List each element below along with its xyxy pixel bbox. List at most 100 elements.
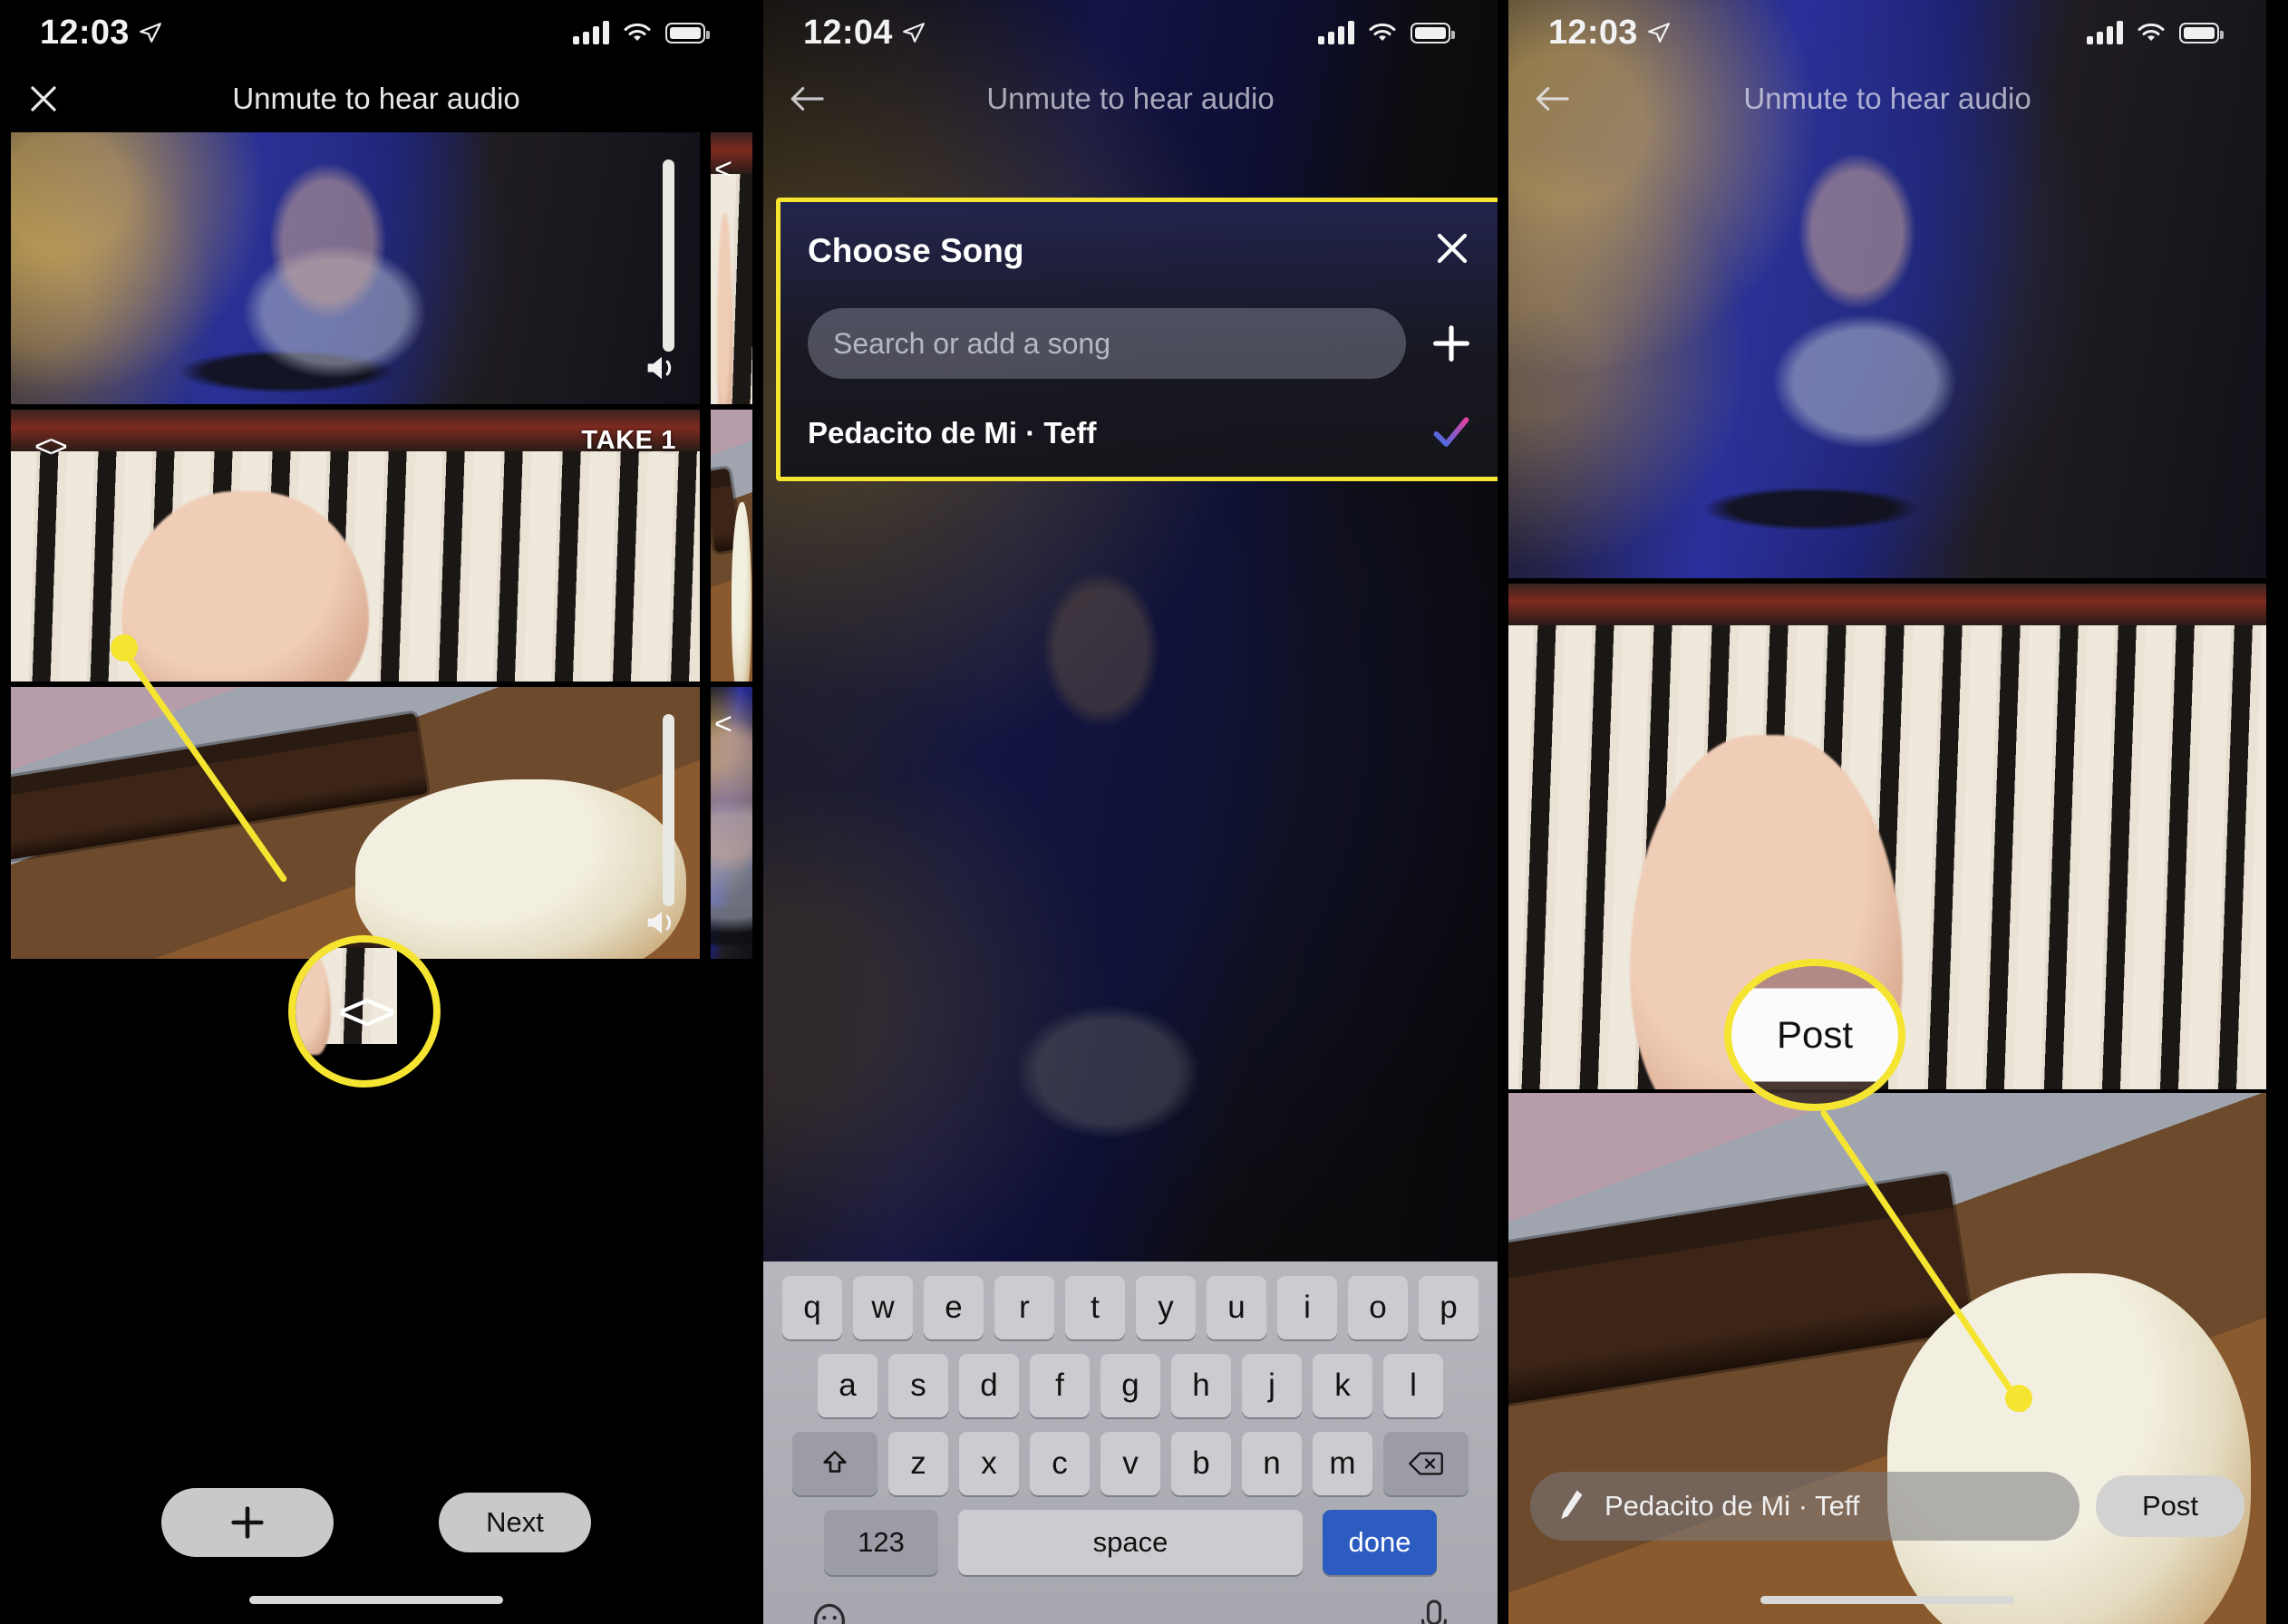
location-arrow-icon: [1647, 23, 1670, 43]
home-indicator: [249, 1596, 503, 1604]
modal-close-button[interactable]: [1428, 226, 1477, 276]
nav-title: Unmute to hear audio: [1743, 82, 2031, 115]
key-d[interactable]: d: [959, 1354, 1019, 1417]
keyboard-row-2: a s d f g h j k l: [772, 1354, 1488, 1417]
nav-header: Unmute to hear audio: [763, 65, 1498, 132]
backspace-icon: [1409, 1452, 1443, 1475]
key-g[interactable]: g: [1100, 1354, 1160, 1417]
nav-title: Unmute to hear audio: [232, 82, 520, 115]
trim-handle-icon[interactable]: <: [714, 152, 732, 188]
clip-peek-next[interactable]: <: [711, 687, 752, 959]
song-chip-text: Pedacito de Mi · Teff: [1605, 1490, 1859, 1522]
key-o[interactable]: o: [1348, 1276, 1408, 1339]
wifi-icon: [1369, 23, 1396, 41]
trim-handle-icon[interactable]: <: [714, 707, 732, 742]
song-title: Pedacito de Mi: [808, 416, 1018, 450]
clip-peek-next[interactable]: [711, 410, 752, 682]
shift-key[interactable]: [792, 1432, 877, 1495]
keyboard-row-1: q w e r t y u i o p: [772, 1276, 1488, 1339]
microphone-icon[interactable]: [1416, 1599, 1452, 1624]
key-f[interactable]: f: [1030, 1354, 1090, 1417]
annotation-zoom-circle: <>: [288, 935, 441, 1088]
volume-slider[interactable]: [663, 714, 674, 906]
trim-handle-icon: <>: [337, 981, 396, 1042]
plus-icon: [1433, 325, 1469, 362]
battery-icon: [2179, 22, 2224, 44]
song-result-item[interactable]: Pedacito de Mi · Teff: [808, 413, 1477, 453]
nav-header: Unmute to hear audio: [0, 65, 752, 132]
key-h[interactable]: h: [1171, 1354, 1231, 1417]
key-w[interactable]: w: [853, 1276, 913, 1339]
post-button[interactable]: Post: [2096, 1475, 2244, 1537]
key-r[interactable]: r: [994, 1276, 1054, 1339]
nav-title: Unmute to hear audio: [986, 82, 1275, 115]
trim-handle-icon[interactable]: <>: [34, 430, 68, 465]
onscreen-keyboard: q w e r t y u i o p a s d f g h j k l z …: [763, 1262, 1498, 1624]
cellular-signal-icon: [1318, 21, 1354, 44]
location-arrow-icon: [902, 23, 925, 43]
wifi-icon: [624, 23, 651, 41]
status-icons: [2087, 21, 2224, 44]
key-u[interactable]: u: [1207, 1276, 1266, 1339]
key-k[interactable]: k: [1313, 1354, 1372, 1417]
key-b[interactable]: b: [1171, 1432, 1231, 1495]
key-x[interactable]: x: [959, 1432, 1019, 1495]
key-a[interactable]: a: [818, 1354, 877, 1417]
song-chip[interactable]: Pedacito de Mi · Teff: [1530, 1472, 2080, 1541]
status-bar: 12:03: [0, 0, 752, 65]
speaker-mute-icon[interactable]: [644, 353, 680, 388]
key-p[interactable]: p: [1419, 1276, 1478, 1339]
add-song-button[interactable]: [1426, 318, 1477, 369]
home-indicator: [1760, 1596, 2014, 1604]
clip-row[interactable]: <: [0, 687, 752, 959]
emoji-smiley-icon[interactable]: [809, 1600, 850, 1624]
check-icon: [1433, 417, 1469, 447]
battery-icon: [665, 22, 710, 44]
key-s[interactable]: s: [888, 1354, 948, 1417]
clip-thumbnail-guitar[interactable]: [11, 687, 700, 959]
backspace-key[interactable]: [1383, 1432, 1469, 1495]
annotation-post-label: Post: [1776, 1013, 1854, 1056]
panel-clip-list: 12:03 Unmute to hear audio < <> TAKE 1 <…: [0, 0, 752, 1624]
clip-peek-next[interactable]: <: [711, 132, 752, 404]
key-j[interactable]: j: [1242, 1354, 1302, 1417]
clip-thumbnail-drums[interactable]: [11, 132, 700, 404]
key-c[interactable]: c: [1030, 1432, 1090, 1495]
space-key[interactable]: space: [958, 1510, 1303, 1575]
song-artist: Teff: [1043, 416, 1097, 450]
cellular-signal-icon: [2087, 21, 2123, 44]
key-t[interactable]: t: [1065, 1276, 1125, 1339]
key-n[interactable]: n: [1242, 1432, 1302, 1495]
key-v[interactable]: v: [1100, 1432, 1160, 1495]
volume-slider[interactable]: [663, 160, 674, 352]
next-button[interactable]: Next: [439, 1493, 591, 1552]
annotation-post-callout: Post: [1724, 959, 1905, 1111]
modal-title: Choose Song: [808, 231, 1024, 269]
numbers-key[interactable]: 123: [824, 1510, 938, 1575]
preview-clip-guitar[interactable]: [1508, 1093, 2266, 1624]
song-title: Pedacito de Mi: [1605, 1490, 1791, 1522]
song-search-input[interactable]: [808, 308, 1406, 379]
status-time-group: 12:03: [40, 14, 162, 53]
done-key[interactable]: done: [1323, 1510, 1437, 1575]
status-icons: [573, 21, 710, 44]
bottom-action-bar: Next: [0, 1488, 752, 1557]
song-search-row: [808, 308, 1477, 379]
key-y[interactable]: y: [1136, 1276, 1196, 1339]
panel-choose-song: 12:04 Unmute to hear audio Choose Song S…: [752, 0, 1508, 1624]
clip-row[interactable]: <: [0, 132, 752, 404]
key-z[interactable]: z: [888, 1432, 948, 1495]
keyboard-footer: [772, 1590, 1488, 1624]
key-e[interactable]: e: [924, 1276, 984, 1339]
key-l[interactable]: l: [1383, 1354, 1443, 1417]
post-bottom-bar: Pedacito de Mi · Teff Post: [1530, 1472, 2244, 1541]
key-q[interactable]: q: [782, 1276, 842, 1339]
key-m[interactable]: m: [1313, 1432, 1372, 1495]
key-i[interactable]: i: [1277, 1276, 1337, 1339]
cellular-signal-icon: [573, 21, 609, 44]
add-clip-button[interactable]: [161, 1488, 334, 1557]
annotation-dot: [111, 634, 138, 662]
edit-pencil-icon: [1561, 1490, 1583, 1520]
speaker-mute-icon[interactable]: [644, 907, 680, 942]
song-artist: Teff: [1815, 1490, 1860, 1522]
